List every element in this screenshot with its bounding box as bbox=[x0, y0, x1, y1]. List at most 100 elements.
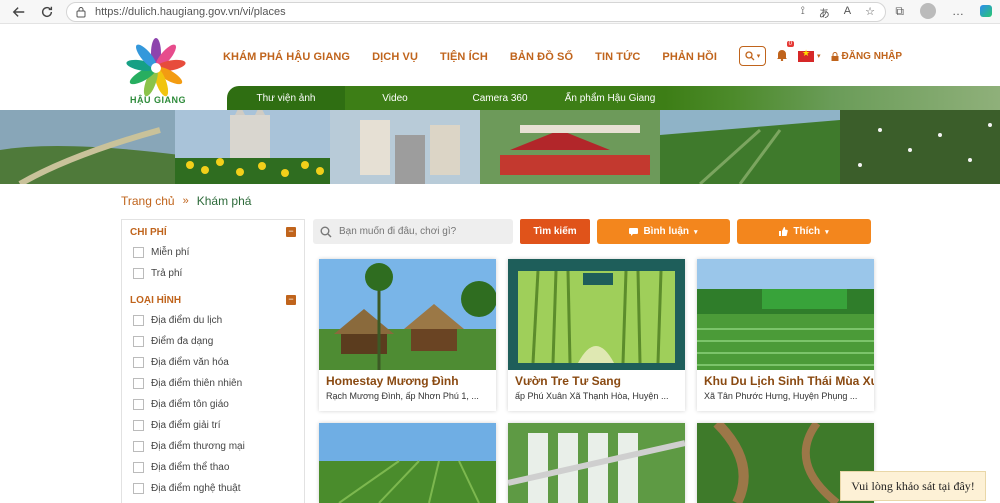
option-label: Địa điểm thể thao bbox=[151, 462, 230, 473]
breadcrumb-home[interactable]: Trang chủ bbox=[121, 194, 175, 208]
filter-option-type[interactable]: Địa điểm du lịch bbox=[122, 310, 304, 331]
filter-option-type[interactable]: Điểm đa dạng bbox=[122, 331, 304, 352]
read-aloud-icon[interactable]: ⟟ bbox=[801, 5, 805, 21]
survey-popup-button[interactable]: Vui lòng khảo sát tại đây! bbox=[840, 471, 986, 501]
collapse-icon[interactable]: − bbox=[286, 295, 296, 305]
profile-avatar[interactable] bbox=[920, 3, 936, 19]
place-image[interactable] bbox=[508, 423, 685, 503]
breadcrumb-separator: » bbox=[182, 195, 189, 207]
sort-like-dropdown[interactable]: Thích ▾ bbox=[737, 219, 871, 244]
language-selector[interactable]: ▾ bbox=[798, 48, 821, 62]
nav-dich-vu[interactable]: DỊCH VỤ bbox=[372, 51, 418, 63]
option-label: Địa điểm du lịch bbox=[151, 315, 223, 326]
breadcrumb-current: Khám phá bbox=[196, 194, 252, 208]
checkbox[interactable] bbox=[133, 420, 144, 431]
filter-option-paid[interactable]: Trả phí bbox=[122, 263, 304, 284]
place-title[interactable]: Homestay Mương Đình bbox=[319, 370, 496, 388]
address-bar[interactable]: https://dulich.haugiang.gov.vn/vi/places… bbox=[66, 2, 886, 22]
filter-type-header[interactable]: LOẠI HÌNH − bbox=[122, 290, 304, 310]
place-image[interactable] bbox=[508, 259, 685, 370]
place-image[interactable] bbox=[697, 259, 874, 370]
checkbox[interactable] bbox=[133, 483, 144, 494]
checkbox[interactable] bbox=[133, 268, 144, 279]
place-image[interactable] bbox=[319, 259, 496, 370]
nav-ban-do-so[interactable]: BẢN ĐỒ SỐ bbox=[510, 51, 573, 63]
back-arrow-icon[interactable] bbox=[8, 1, 30, 23]
sort-comment-dropdown[interactable]: Bình luận ▾ bbox=[597, 219, 730, 244]
sort-like-label: Thích bbox=[793, 226, 821, 237]
place-card[interactable]: Khu Du Lịch Sinh Thái Mùa Xuân Xã Tân Ph… bbox=[697, 259, 874, 411]
filter-cost-header[interactable]: CHI PHÍ − bbox=[122, 222, 304, 242]
sub-nav: Thư viện ảnh Video Camera 360 Ấn phẩm Hậ… bbox=[227, 86, 1000, 110]
place-card[interactable]: Vườn Tre Tư Sang ấp Phú Xuân Xã Thạnh Hò… bbox=[508, 259, 685, 411]
site-header: HẬU GIANG KHÁM PHÁ HẬU GIANG DỊCH VỤ TIỆ… bbox=[0, 24, 1000, 110]
filter-option-type[interactable]: Địa điểm thương mại bbox=[122, 436, 304, 457]
login-label: ĐĂNG NHẬP bbox=[841, 50, 903, 62]
copilot-icon[interactable] bbox=[980, 5, 992, 17]
nav-kham-pha[interactable]: KHÁM PHÁ HẬU GIANG bbox=[223, 51, 350, 63]
checkbox[interactable] bbox=[133, 441, 144, 452]
translate-icon[interactable]: あ bbox=[819, 5, 830, 21]
search-icon bbox=[745, 51, 755, 61]
search-button[interactable]: Tìm kiếm bbox=[520, 219, 590, 244]
place-card[interactable]: Homestay Mương Đình Rạch Mương Đình, ấp … bbox=[319, 259, 496, 411]
checkbox[interactable] bbox=[133, 315, 144, 326]
checkbox[interactable] bbox=[133, 357, 144, 368]
reload-icon[interactable] bbox=[36, 1, 58, 23]
favorite-star-icon[interactable]: ☆ bbox=[865, 5, 875, 21]
search-icon bbox=[313, 226, 339, 238]
checkbox[interactable] bbox=[133, 247, 144, 258]
checkbox[interactable] bbox=[133, 462, 144, 473]
place-card[interactable] bbox=[508, 423, 685, 503]
subnav-camera-360[interactable]: Camera 360 bbox=[445, 86, 555, 110]
vietnam-flag-icon bbox=[798, 48, 814, 62]
text-size-icon[interactable]: A bbox=[844, 5, 851, 21]
filter-option-free[interactable]: Miễn phí bbox=[122, 242, 304, 263]
notification-bell-icon[interactable]: 0 bbox=[776, 41, 794, 64]
option-label: Địa điểm nghệ thuật bbox=[151, 483, 241, 494]
place-address: Rạch Mương Đình, ấp Nhơn Phú 1, ... bbox=[326, 391, 479, 401]
checkbox[interactable] bbox=[133, 378, 144, 389]
subnav-publications[interactable]: Ấn phẩm Hậu Giang bbox=[555, 86, 665, 110]
place-search-box bbox=[313, 219, 513, 244]
option-label: Địa điểm văn hóa bbox=[151, 357, 229, 368]
nav-tin-tuc[interactable]: TIN TỨC bbox=[595, 51, 640, 63]
place-image[interactable] bbox=[319, 423, 496, 503]
comment-icon bbox=[629, 227, 639, 236]
place-title[interactable]: Khu Du Lịch Sinh Thái Mùa Xuân bbox=[697, 370, 874, 388]
place-card[interactable] bbox=[319, 423, 496, 503]
filter-cost-title: CHI PHÍ bbox=[130, 226, 167, 238]
main-nav: KHÁM PHÁ HẬU GIANG DỊCH VỤ TIỆN ÍCH BẢN … bbox=[223, 51, 739, 63]
more-menu-icon[interactable]: … bbox=[952, 4, 964, 18]
search-toggle-button[interactable]: ▾ bbox=[739, 46, 766, 66]
option-label: Địa điểm tôn giáo bbox=[151, 399, 229, 410]
filter-option-type[interactable]: Địa điểm thiên nhiên bbox=[122, 373, 304, 394]
subnav-gallery[interactable]: Thư viện ảnh bbox=[227, 86, 345, 110]
option-label: Địa điểm giải trí bbox=[151, 420, 221, 431]
subnav-filler bbox=[665, 86, 1000, 110]
subnav-video[interactable]: Video bbox=[345, 86, 445, 110]
search-input[interactable] bbox=[339, 226, 499, 237]
login-link[interactable]: ĐĂNG NHẬP bbox=[831, 50, 903, 62]
checkbox[interactable] bbox=[133, 336, 144, 347]
option-label: Địa điểm thương mại bbox=[151, 441, 245, 452]
option-label: Trả phí bbox=[151, 268, 183, 279]
filter-option-type[interactable]: Địa điểm tôn giáo bbox=[122, 394, 304, 415]
padlock-icon bbox=[831, 51, 839, 61]
place-title[interactable]: Vườn Tre Tư Sang bbox=[508, 370, 685, 388]
collections-icon[interactable]: ⧉ bbox=[895, 4, 904, 19]
sort-comment-label: Bình luận bbox=[643, 226, 690, 237]
filter-option-type[interactable]: Địa điểm giải trí bbox=[122, 415, 304, 436]
filter-type-title: LOẠI HÌNH bbox=[130, 294, 182, 306]
filter-option-type[interactable]: Địa điểm văn hóa bbox=[122, 352, 304, 373]
collapse-icon[interactable]: − bbox=[286, 227, 296, 237]
filter-option-type[interactable]: Địa điểm thể thao bbox=[122, 457, 304, 478]
filter-option-type[interactable]: Địa điểm nghệ thuật bbox=[122, 478, 304, 499]
place-address: Xã Tân Phước Hưng, Huyện Phụng ... bbox=[704, 391, 858, 401]
option-label: Miễn phí bbox=[151, 247, 190, 258]
nav-phan-hoi[interactable]: PHẢN HỒI bbox=[662, 51, 717, 63]
option-label: Địa điểm thiên nhiên bbox=[151, 378, 243, 389]
checkbox[interactable] bbox=[133, 399, 144, 410]
nav-tien-ich[interactable]: TIỆN ÍCH bbox=[440, 51, 488, 63]
notification-count: 0 bbox=[786, 41, 794, 47]
